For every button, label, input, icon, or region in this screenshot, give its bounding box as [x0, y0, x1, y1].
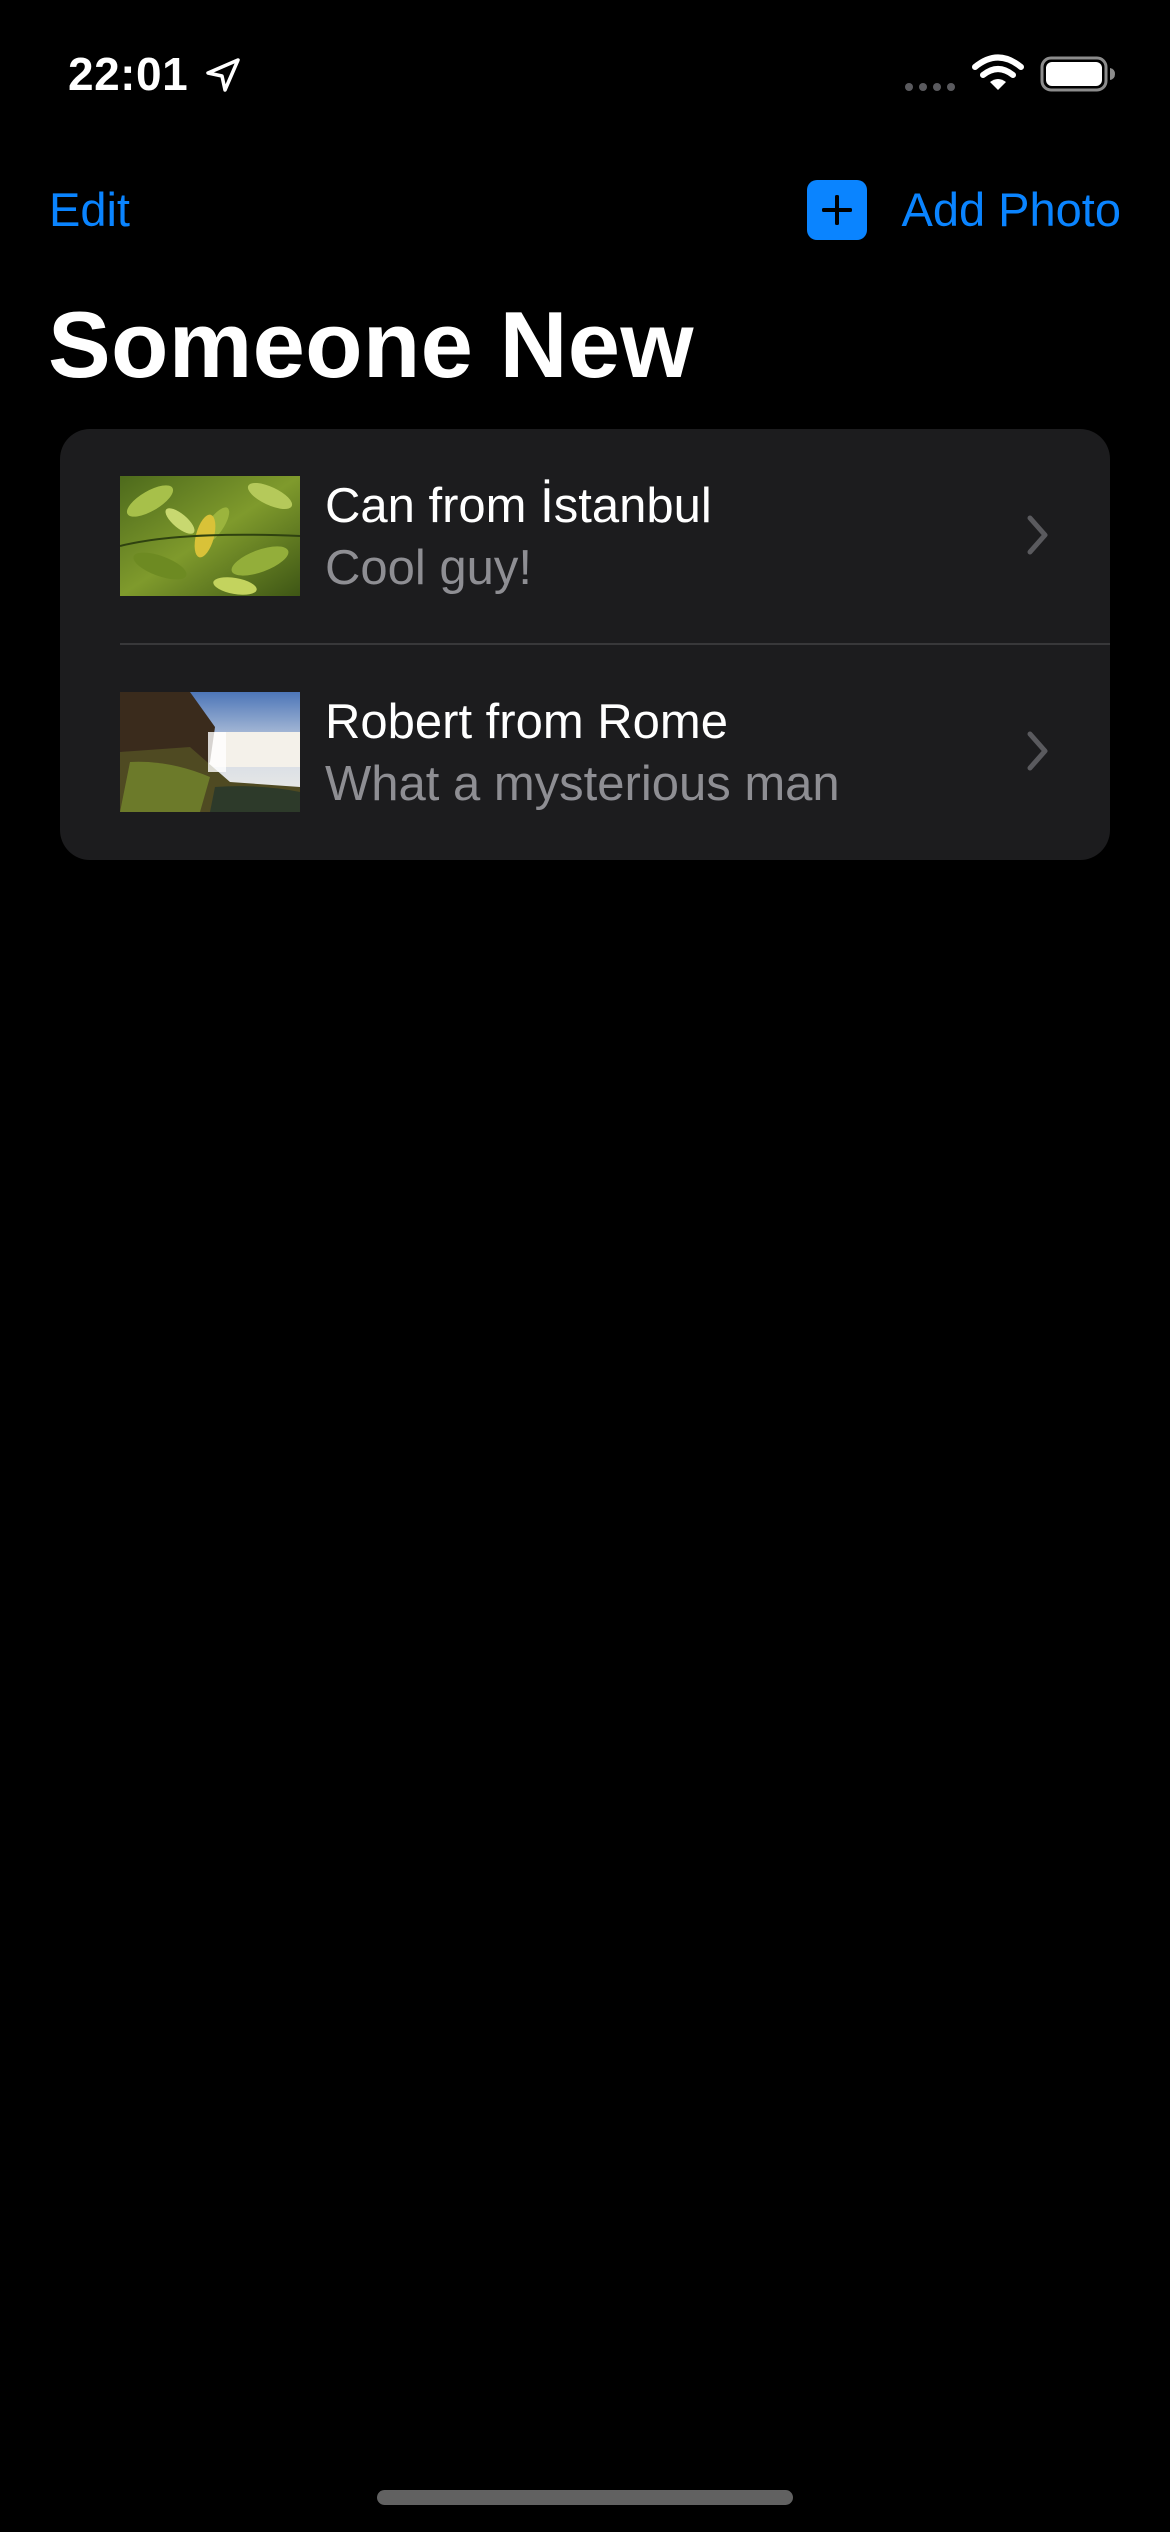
chevron-right-icon	[1027, 731, 1048, 771]
list-item[interactable]: Can from İstanbul Cool guy!	[60, 429, 1110, 645]
waterfall-photo-thumbnail	[120, 692, 300, 812]
list-item-title: Can from İstanbul	[325, 479, 712, 533]
battery-icon	[1040, 56, 1115, 92]
list-item-subtitle: Cool guy!	[325, 541, 533, 595]
people-list: Can from İstanbul Cool guy! Robert from …	[60, 429, 1110, 860]
chevron-right-icon	[1027, 515, 1048, 555]
cellular-signal-icon	[905, 83, 955, 91]
add-photo-label: Add Photo	[901, 183, 1121, 236]
page-title: Someone New	[48, 292, 694, 397]
location-arrow-icon	[206, 58, 240, 92]
list-item[interactable]: Robert from Rome What a mysterious man	[60, 645, 1110, 860]
list-item-title: Robert from Rome	[325, 695, 729, 749]
leaves-photo-thumbnail	[120, 476, 300, 596]
edit-button[interactable]: Edit	[49, 180, 130, 240]
wifi-icon	[972, 54, 1024, 90]
plus-square-icon	[807, 180, 868, 240]
list-item-subtitle: What a mysterious man	[325, 757, 840, 811]
status-time: 22:01	[68, 48, 189, 100]
add-photo-button[interactable]: Add Photo	[807, 178, 1121, 242]
status-bar: 22:01	[0, 0, 1170, 140]
home-indicator[interactable]	[377, 2490, 793, 2505]
